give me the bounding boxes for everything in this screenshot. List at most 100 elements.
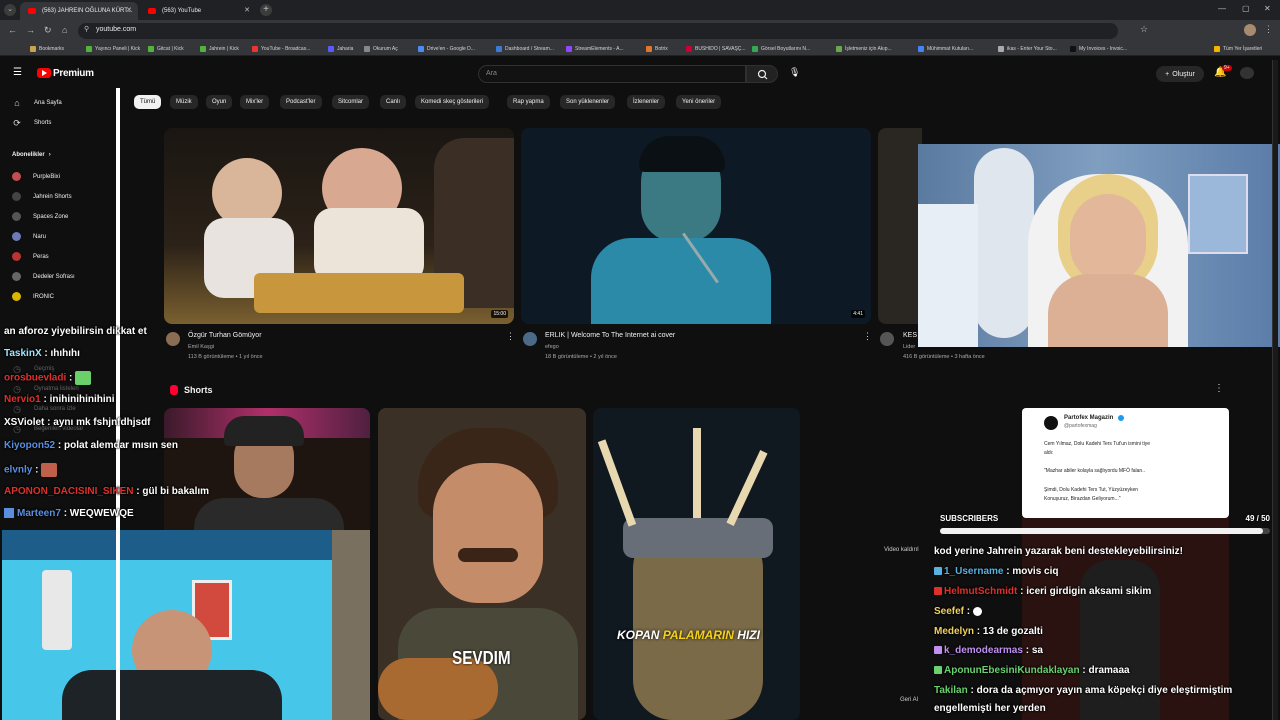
filter-chip[interactable]: Canlı — [380, 95, 407, 109]
bookmark-item[interactable]: Tüm Yer İşaretleri — [1214, 44, 1262, 54]
tab-search-button[interactable]: ⌄ — [4, 4, 16, 16]
chat-username[interactable]: 1_Username — [944, 566, 1003, 577]
chat-username[interactable]: orosbuevladi — [4, 373, 66, 384]
bookmark-item[interactable]: Botrix — [646, 44, 668, 54]
close-icon[interactable]: ✕ — [244, 6, 250, 14]
chat-username[interactable]: AponunEbesiniKundaklayan — [944, 665, 1080, 676]
chat-username[interactable]: elvnly — [4, 465, 32, 476]
video-channel[interactable]: Emil Kaşgi — [188, 344, 214, 350]
more-options-icon[interactable]: ⋮ — [863, 331, 872, 342]
back-icon[interactable]: ← — [8, 25, 17, 35]
short-thumbnail-2[interactable]: SEVDIM — [378, 408, 586, 720]
chat-username[interactable]: Kiyopon52 — [4, 440, 55, 451]
bookmark-item[interactable]: Drive'en - Google D... — [418, 44, 475, 54]
bookmark-item[interactable]: Yayıncı Paneli | Kick — [86, 44, 140, 54]
video-channel[interactable]: efego — [545, 344, 559, 350]
channel-avatar[interactable] — [880, 332, 894, 346]
filter-chip[interactable]: Yeni öneriler — [676, 95, 722, 109]
bookmark-item[interactable]: ikas - Enter Your Sto... — [998, 44, 1057, 54]
chat-username[interactable]: APONON_DACISINI_SIKEN — [4, 486, 133, 497]
video-title[interactable]: KES — [903, 332, 917, 339]
bookmark-item[interactable]: My Invoices - Invoic... — [1070, 44, 1127, 54]
sidebar-subscription[interactable]: PurpleBixi — [12, 172, 60, 181]
bookmark-item[interactable]: BUSHIDO | SAVAŞÇ... — [686, 44, 746, 54]
filter-chip[interactable]: Oyun — [206, 95, 233, 109]
bookmark-item[interactable]: İşletmeniz için Akıp... — [836, 44, 892, 54]
bookmark-item[interactable]: StreamElements - A... — [566, 44, 624, 54]
chat-username[interactable]: TaskinX — [4, 348, 42, 359]
bookmark-item[interactable]: Gitcat | Kick — [148, 44, 184, 54]
bookmark-item[interactable]: Jahrein | Kick — [200, 44, 239, 54]
sidebar-item-ana-sayfa[interactable]: ⌂ Ana Sayfa — [12, 98, 61, 108]
video-title[interactable]: ERLIK | Welcome To The Internet ai cover — [545, 332, 675, 339]
filter-chip[interactable]: Rap yapma — [507, 95, 550, 109]
profile-avatar[interactable] — [1244, 24, 1256, 36]
video-thumbnail-3[interactable] — [878, 128, 922, 324]
reload-icon[interactable]: ↻ — [44, 25, 52, 36]
channel-avatar[interactable] — [166, 332, 180, 346]
bookmark-item[interactable]: Görsel Boyutlarını N... — [752, 44, 810, 54]
browser-tab-1[interactable]: (563) JAHREIN OĞLUNA KÜRT... ✕ — [20, 2, 138, 20]
close-window-icon[interactable]: ✕ — [1264, 4, 1271, 13]
url-field[interactable] — [78, 23, 1118, 39]
sidebar-subscription[interactable]: Naru — [12, 232, 46, 241]
bookmark-item[interactable]: Mühimmat Kutuları... — [918, 44, 973, 54]
maximize-icon[interactable]: ▢ — [1242, 4, 1250, 13]
bookmark-item[interactable]: Okurum Aç — [364, 44, 398, 54]
chat-username[interactable]: Medelyn — [934, 626, 974, 637]
minimize-icon[interactable]: — — [1218, 4, 1226, 13]
filter-chip[interactable]: Podcast'ler — [280, 95, 322, 109]
filter-chip[interactable]: Komedi skeç gösterileri — [415, 95, 490, 109]
chat-username[interactable]: Marteen7 — [17, 508, 61, 519]
search-input[interactable] — [478, 65, 746, 83]
browser-tab-2[interactable]: (563) YouTube ✕ — [140, 2, 256, 20]
filter-chip[interactable]: Müzik — [170, 95, 198, 109]
sidebar-subscription[interactable]: Peras — [12, 252, 49, 261]
bookmark-item[interactable]: Bookmarks — [30, 44, 64, 54]
channel-avatar[interactable] — [523, 332, 537, 346]
chat-username[interactable]: HelmutSchmidt — [944, 586, 1017, 597]
more-options-icon[interactable]: ⋮ — [506, 331, 515, 342]
chat-username[interactable]: k_demodearmas — [944, 645, 1023, 656]
sidebar-item-library[interactable]: ◷ Oynatma listeleri — [12, 384, 79, 394]
youtube-logo-icon[interactable] — [37, 68, 51, 78]
filter-chip[interactable]: Son yüklenenler — [560, 95, 616, 109]
page-scrollbar[interactable] — [116, 88, 120, 720]
home-icon[interactable]: ⌂ — [62, 25, 67, 35]
filter-chip[interactable]: Tümü — [134, 95, 162, 109]
video-channel[interactable]: Lider — [903, 344, 915, 350]
chat-username[interactable]: Takilan — [934, 685, 968, 696]
chat-username[interactable]: XSViolet — [4, 417, 44, 428]
forward-icon[interactable]: → — [26, 25, 35, 35]
chat-username[interactable]: Nervio1 — [4, 394, 41, 405]
hamburger-icon[interactable]: ☰ — [13, 67, 22, 78]
search-button[interactable] — [746, 65, 778, 83]
sidebar-subscription[interactable]: Jahrein Shorts — [12, 192, 72, 201]
chat-username[interactable]: Seefef — [934, 606, 964, 617]
subscriptions-header[interactable]: Abonelikler › — [12, 152, 51, 158]
new-tab-button[interactable]: + — [260, 4, 272, 16]
menu-icon[interactable]: ⋮ — [1264, 24, 1273, 35]
close-icon[interactable]: ✕ — [126, 6, 132, 14]
filter-chip[interactable]: Mix'ler — [240, 95, 270, 109]
sidebar-item-shorts[interactable]: ⟳ Shorts — [12, 118, 51, 128]
bookmark-item[interactable]: Jaharia — [328, 44, 353, 54]
star-icon[interactable]: ☆ — [1140, 24, 1148, 35]
voice-search-icon[interactable]: 🎙 — [789, 67, 801, 81]
filter-chip[interactable]: İzlenenler — [627, 95, 666, 109]
site-info-icon[interactable]: ⚲ — [84, 25, 89, 33]
sidebar-item-library[interactable]: ◷ Daha sonra izle — [12, 404, 76, 414]
account-avatar[interactable] — [1240, 67, 1254, 79]
filter-chip[interactable]: Sitcomlar — [332, 95, 370, 109]
sidebar-subscription[interactable]: Spaces Zone — [12, 212, 68, 221]
create-button[interactable]: + Oluştur — [1156, 66, 1204, 82]
bookmark-item[interactable]: Dashboard / Stream... — [496, 44, 554, 54]
sidebar-subscription[interactable]: Dedeler Sofrası — [12, 272, 75, 281]
sidebar-subscription[interactable]: IRONIC — [12, 292, 54, 301]
undo-button[interactable]: Geri Al — [900, 697, 918, 703]
bookmark-item[interactable]: YouTube - Broadcas... — [252, 44, 310, 54]
video-title[interactable]: Özgür Turhan Gömüyor — [188, 332, 262, 339]
right-scrollbar[interactable] — [1272, 60, 1278, 720]
shorts-more-icon[interactable]: ⋮ — [1214, 383, 1224, 394]
video-thumbnail-2[interactable]: 4:41 — [521, 128, 871, 324]
